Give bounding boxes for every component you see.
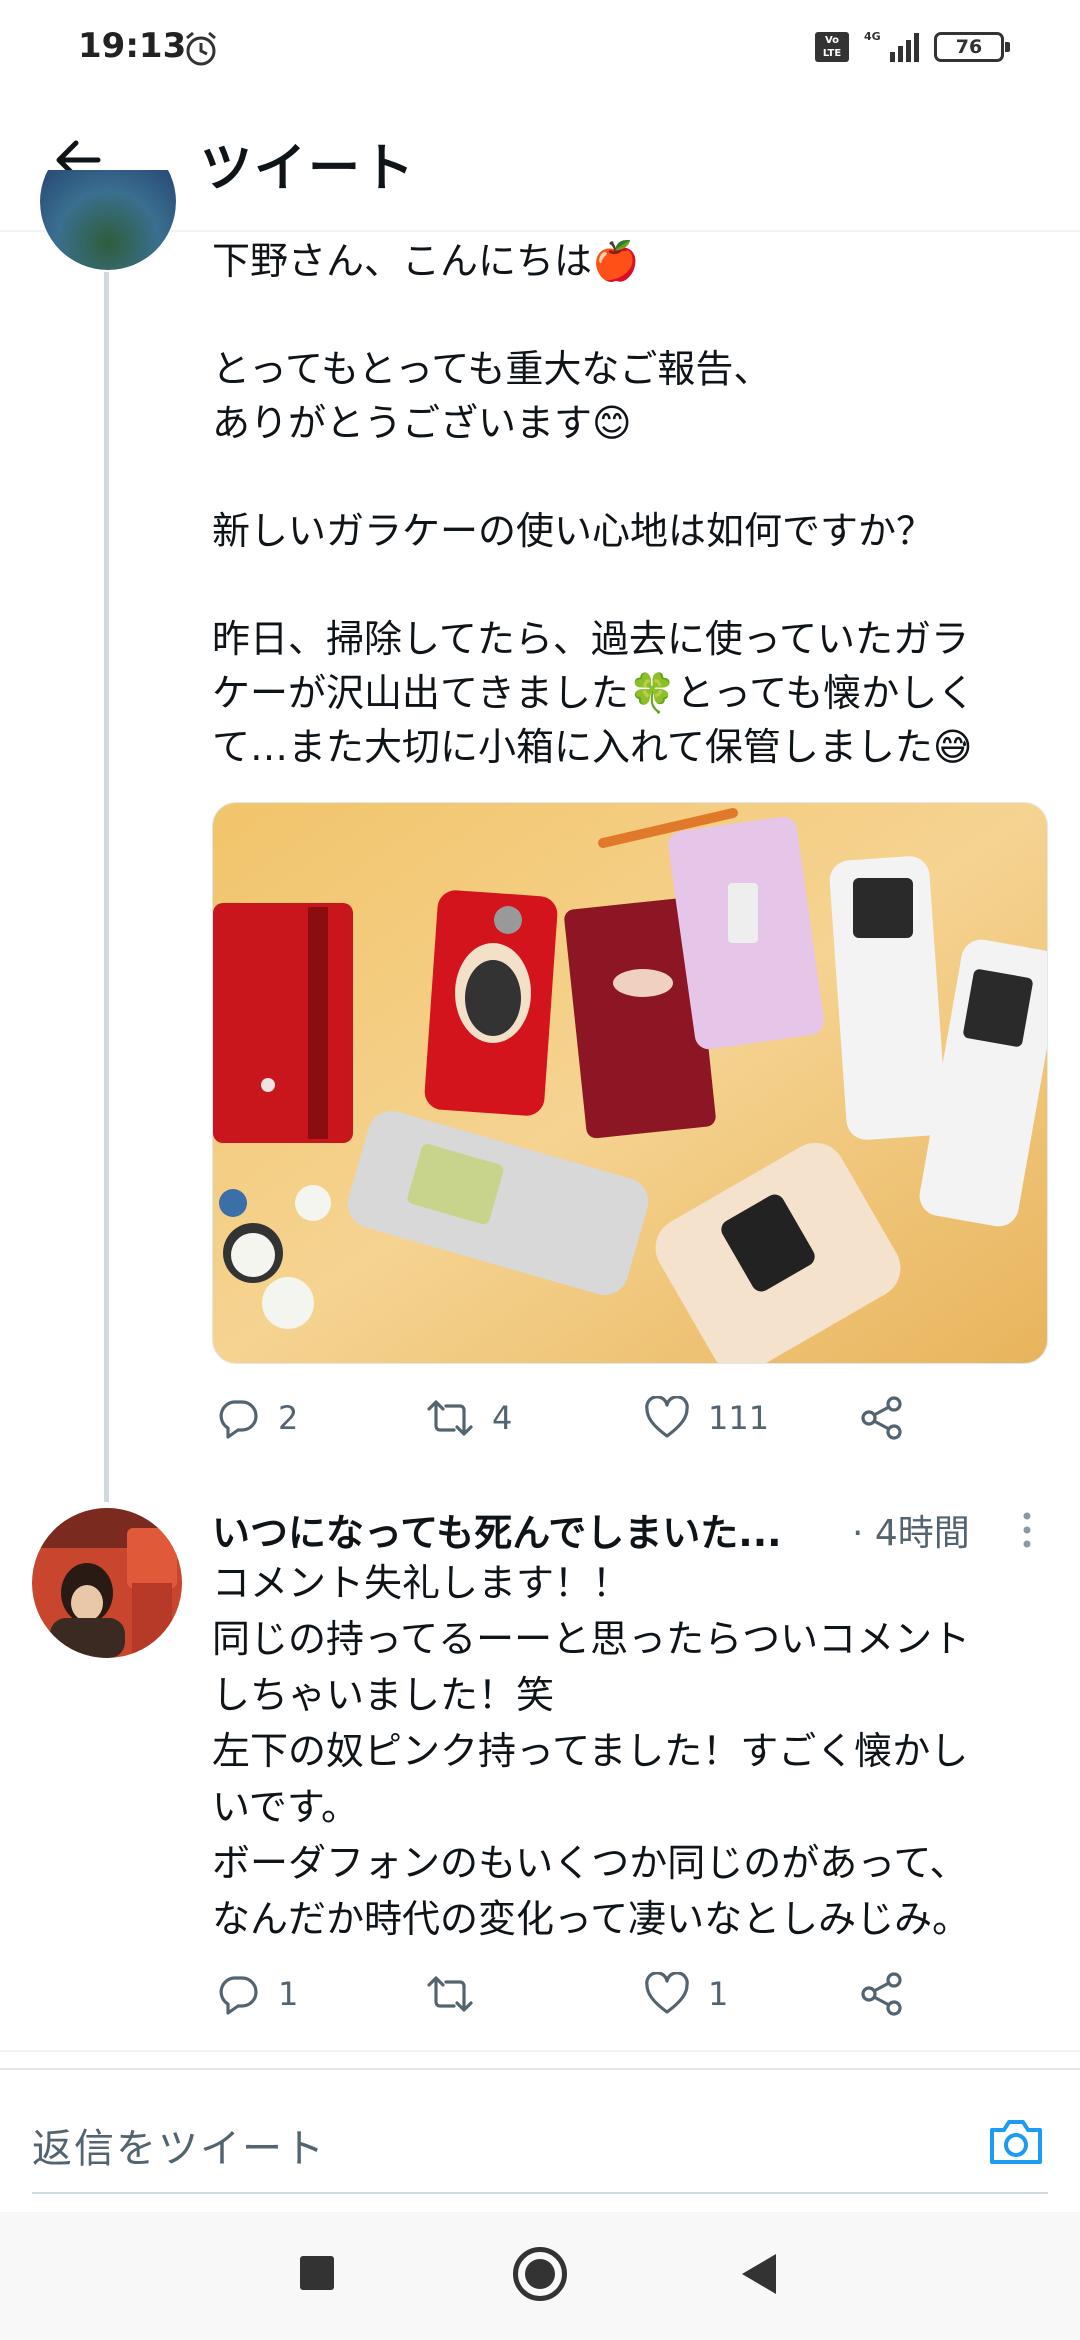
reply-retweet-button[interactable] xyxy=(426,1964,492,2024)
phones-photo-illustration xyxy=(213,803,1047,1363)
thread-connector xyxy=(104,272,109,1502)
battery-indicator: 76 xyxy=(934,32,1010,62)
retweet-icon xyxy=(427,1400,473,1436)
divider xyxy=(0,2050,1080,2052)
reply-composer[interactable]: 返信をツイート xyxy=(32,2098,1048,2194)
tweet-detail-screen: 19:13 Vo LTE 4G 76 ツイート 下野さん、こんにちは🍎 とっても… xyxy=(0,0,1080,2340)
tweet-line: ケーが沢山出てきました🍀とっても懐かしく xyxy=(212,671,976,715)
reply-reply-button[interactable]: 1 xyxy=(216,1964,298,2024)
reply-button[interactable]: 2 xyxy=(216,1388,298,1448)
status-time: 19:13 xyxy=(78,26,187,66)
like-icon xyxy=(645,1972,689,2014)
tweet-line: 下野さん、こんにちは🍎 xyxy=(212,239,640,283)
tweet-line: 新しいガラケーの使い心地は如何ですか？ xyxy=(212,509,935,553)
reply-line: 左下の奴ピンク持ってました！すごく懐かし xyxy=(212,1729,969,1773)
share-icon xyxy=(861,1396,902,1440)
camera-icon xyxy=(990,2120,1042,2164)
camera-button[interactable] xyxy=(984,2110,1048,2174)
retweet-icon xyxy=(427,1976,473,2012)
reply-line: しちゃいました！笑 xyxy=(212,1673,555,1717)
reply-share-button[interactable] xyxy=(860,1964,904,2024)
reply-count: 2 xyxy=(278,1399,299,1437)
reply-author-avatar[interactable] xyxy=(32,1508,182,1658)
volte-badge: Vo LTE xyxy=(815,32,849,62)
reply-text: コメント失礼します！！ 同じの持ってるーーと思ったらついコメント しちゃいました… xyxy=(212,1555,1042,1947)
tweet-line: て…また大切に小箱に入れて保管しました😅 xyxy=(212,725,973,769)
network-type-label: 4G xyxy=(864,30,881,43)
system-back-button[interactable] xyxy=(742,2254,776,2294)
tweet-photo[interactable] xyxy=(212,802,1048,1364)
reply-line: 同じの持ってるーーと思ったらついコメント xyxy=(212,1617,971,1661)
like-count: 111 xyxy=(708,1399,770,1437)
like-button[interactable]: 111 xyxy=(644,1388,769,1448)
signal-icon xyxy=(890,33,919,62)
divider xyxy=(0,2068,1080,2070)
reply-icon xyxy=(219,1400,258,1439)
reply-line: いです。 xyxy=(212,1785,360,1829)
page-title: ツイート xyxy=(200,139,417,199)
reply-line: ボーダフォンのもいくつか同じのがあって、 xyxy=(212,1841,968,1885)
composer-placeholder: 返信をツイート xyxy=(32,2126,326,2172)
reply-line: コメント失礼します！！ xyxy=(212,1561,631,1605)
more-options-button[interactable] xyxy=(1012,1508,1042,1552)
recents-button[interactable] xyxy=(300,2256,334,2290)
like-icon xyxy=(645,1396,689,1438)
retweet-count: 4 xyxy=(492,1399,513,1437)
tweet-line: ありがとうございます😊 xyxy=(212,401,632,445)
tweet-actions: 2 4 111 xyxy=(212,1388,932,1448)
tweet-text: 下野さん、こんにちは🍎 とってもとっても重大なご報告、 ありがとうございます😊 … xyxy=(212,234,1052,774)
reply-timestamp: · 4時間 xyxy=(852,1513,970,1554)
status-bar: 19:13 Vo LTE 4G 76 xyxy=(0,0,1080,96)
system-navigation-bar xyxy=(0,2212,1080,2340)
home-button[interactable] xyxy=(513,2247,567,2301)
tweet-line: 昨日、掃除してたら、過去に使っていたガラ xyxy=(212,617,969,661)
share-button[interactable] xyxy=(860,1388,904,1448)
reply-like-count: 1 xyxy=(708,1975,729,2013)
reply-icon xyxy=(219,1976,258,2015)
reply-author-name[interactable]: いつになっても死んでしまいた... xyxy=(212,1502,782,1557)
reply-actions: 1 1 xyxy=(212,1964,932,2024)
share-icon xyxy=(861,1972,902,2016)
alarm-icon xyxy=(186,31,216,66)
author-avatar[interactable] xyxy=(40,170,176,270)
tweet-line: とってもとっても重大なご報告、 xyxy=(212,347,772,391)
reply-header: いつになっても死んでしまいた... · 4時間 xyxy=(212,1502,1032,1556)
more-icon xyxy=(1023,1512,1031,1548)
reply-reply-count: 1 xyxy=(278,1975,299,2013)
reply-line: なんだか時代の変化って凄いなとしみじみ。 xyxy=(212,1897,971,1941)
retweet-button[interactable]: 4 xyxy=(426,1388,512,1448)
reply-like-button[interactable]: 1 xyxy=(644,1964,728,2024)
